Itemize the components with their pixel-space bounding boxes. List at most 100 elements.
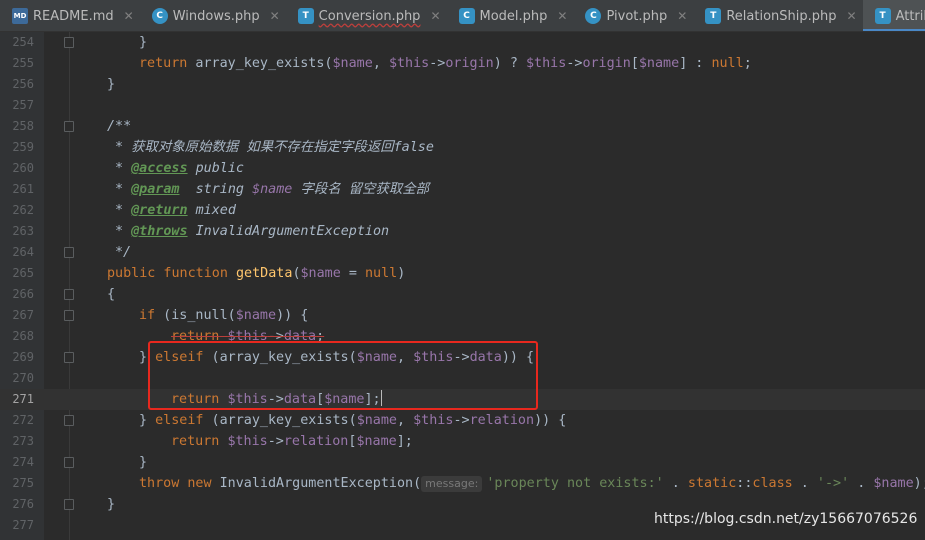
tab-label: Windows.php bbox=[172, 8, 260, 24]
line-number: 267 bbox=[12, 308, 34, 322]
code-text: throw new InvalidArgumentException(messa… bbox=[139, 476, 925, 492]
tab-model[interactable]: C Model.php ✕ bbox=[447, 0, 574, 31]
code-text: } bbox=[107, 77, 116, 92]
line-number: 254 bbox=[12, 35, 34, 49]
tab-label: RelationShip.php bbox=[726, 8, 837, 24]
line-number: 256 bbox=[12, 77, 34, 91]
red-annotation-box bbox=[148, 341, 538, 410]
tab-label: Attribute.php bbox=[895, 8, 925, 24]
code-line[interactable]: 272 } elseif (array_key_exists($name, $th… bbox=[0, 410, 925, 431]
line-number: 268 bbox=[12, 329, 34, 343]
code-text: /** bbox=[107, 119, 132, 134]
tab-label: Conversion.php bbox=[318, 8, 421, 24]
tab-pivot[interactable]: C Pivot.php ✕ bbox=[573, 0, 693, 31]
line-number: 270 bbox=[12, 371, 34, 385]
close-icon[interactable]: ✕ bbox=[124, 9, 134, 23]
code-text: return $this->relation[$name]; bbox=[171, 434, 413, 449]
fold-marker-icon[interactable] bbox=[64, 352, 74, 363]
code-text: } bbox=[139, 35, 148, 50]
code-line[interactable]: 273 return $this->relation[$name]; bbox=[0, 431, 925, 452]
line-number: 277 bbox=[12, 518, 34, 532]
fold-marker-icon[interactable] bbox=[64, 415, 74, 426]
code-line[interactable]: 261 * @param string $name 字段名 留空获取全部 bbox=[0, 179, 925, 200]
fold-marker-icon[interactable] bbox=[64, 289, 74, 300]
code-line[interactable]: 266 { bbox=[0, 284, 925, 305]
php-trait-icon: C bbox=[458, 8, 475, 24]
php-class-icon: C bbox=[151, 8, 168, 24]
code-line[interactable]: 260 * @access public bbox=[0, 158, 925, 179]
code-line[interactable]: 274} bbox=[0, 452, 925, 473]
code-text: public function getData($name = null) bbox=[107, 266, 406, 281]
line-number: 258 bbox=[12, 119, 34, 133]
tab-readme[interactable]: MD README.md ✕ bbox=[0, 0, 140, 31]
php-trait-icon: T bbox=[705, 8, 722, 24]
fold-marker-icon[interactable] bbox=[64, 37, 74, 48]
code-line[interactable]: 257 bbox=[0, 95, 925, 116]
code-text: * @access public bbox=[115, 161, 244, 176]
code-line[interactable]: 267 if (is_null($name)) { bbox=[0, 305, 925, 326]
tab-label: Model.php bbox=[479, 8, 548, 24]
line-number: 264 bbox=[12, 245, 34, 259]
fold-marker-icon[interactable] bbox=[64, 310, 74, 321]
parameter-hint: message: bbox=[421, 476, 483, 492]
close-icon[interactable]: ✕ bbox=[677, 9, 687, 23]
code-text: } elseif (array_key_exists($name, $this-… bbox=[139, 413, 567, 428]
fold-marker-icon[interactable] bbox=[64, 457, 74, 468]
code-line[interactable]: 254} bbox=[0, 32, 925, 53]
line-number: 269 bbox=[12, 350, 34, 364]
tab-label: Pivot.php bbox=[606, 8, 668, 24]
code-text: if (is_null($name)) { bbox=[139, 308, 309, 323]
close-icon[interactable]: ✕ bbox=[270, 9, 280, 23]
tab-relationship[interactable]: T RelationShip.php ✕ bbox=[693, 0, 862, 31]
line-number: 272 bbox=[12, 413, 34, 427]
tab-conversion[interactable]: T Conversion.php ✕ bbox=[286, 0, 447, 31]
code-line[interactable]: 256} bbox=[0, 74, 925, 95]
fold-marker-icon[interactable] bbox=[64, 121, 74, 132]
code-line[interactable]: 275 throw new InvalidArgumentException(me… bbox=[0, 473, 925, 494]
code-text: return array_key_exists($name, $this->or… bbox=[139, 56, 752, 71]
code-text: } bbox=[139, 455, 148, 470]
code-text: * @throws InvalidArgumentException bbox=[115, 224, 390, 239]
line-number: 276 bbox=[12, 497, 34, 511]
line-number: 255 bbox=[12, 56, 34, 70]
tab-label: README.md bbox=[33, 8, 114, 24]
watermark: https://blog.csdn.net/zy15667076526 bbox=[654, 511, 918, 527]
line-number: 271 bbox=[12, 392, 34, 406]
code-line[interactable]: 263 * @throws InvalidArgumentException bbox=[0, 221, 925, 242]
close-icon[interactable]: ✕ bbox=[847, 9, 857, 23]
line-number: 260 bbox=[12, 161, 34, 175]
code-line[interactable]: 259 * 获取对象原始数据 如果不存在指定字段返回false bbox=[0, 137, 925, 158]
fold-marker-icon[interactable] bbox=[64, 499, 74, 510]
code-line[interactable]: 258 /** bbox=[0, 116, 925, 137]
code-text: * @param string $name 字段名 留空获取全部 bbox=[115, 182, 430, 197]
fold-marker-icon[interactable] bbox=[64, 247, 74, 258]
line-number: 265 bbox=[12, 266, 34, 280]
editor-tab-bar: MD README.md ✕ C Windows.php ✕ T Convers… bbox=[0, 0, 925, 32]
close-icon[interactable]: ✕ bbox=[430, 9, 440, 23]
line-number: 261 bbox=[12, 182, 34, 196]
code-text: * @return mixed bbox=[115, 203, 236, 218]
tab-attribute[interactable]: T Attribute.php ✕ bbox=[862, 0, 925, 31]
code-line[interactable]: 262 * @return mixed bbox=[0, 200, 925, 221]
tab-windows[interactable]: C Windows.php ✕ bbox=[140, 0, 286, 31]
code-line[interactable]: 265 public function getData($name = null) bbox=[0, 263, 925, 284]
line-number: 274 bbox=[12, 455, 34, 469]
code-text: } bbox=[107, 497, 116, 512]
php-class-icon: C bbox=[585, 8, 602, 24]
code-line[interactable]: 264 */ bbox=[0, 242, 925, 263]
markdown-file-icon: MD bbox=[12, 8, 28, 24]
line-number: 259 bbox=[12, 140, 34, 154]
line-number: 275 bbox=[12, 476, 34, 490]
code-editor[interactable]: 254} 255 return array_key_exists($name, $… bbox=[0, 32, 925, 536]
code-text: { bbox=[107, 287, 116, 302]
line-number: 263 bbox=[12, 224, 34, 238]
line-number: 262 bbox=[12, 203, 34, 217]
php-trait-icon: T bbox=[297, 8, 314, 24]
code-text: */ bbox=[115, 245, 132, 260]
line-number: 273 bbox=[12, 434, 34, 448]
code-line[interactable]: 255 return array_key_exists($name, $this-… bbox=[0, 53, 925, 74]
close-icon[interactable]: ✕ bbox=[557, 9, 567, 23]
line-number: 266 bbox=[12, 287, 34, 301]
php-trait-icon: T bbox=[874, 8, 891, 24]
code-text: * 获取对象原始数据 如果不存在指定字段返回false bbox=[115, 140, 434, 155]
